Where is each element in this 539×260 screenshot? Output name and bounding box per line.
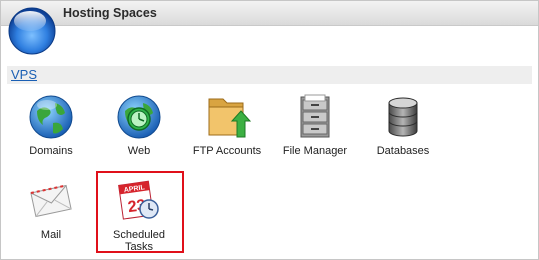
selection-highlight-box: [96, 171, 184, 253]
file-manager-tile[interactable]: File Manager: [273, 93, 357, 157]
blue-orb-icon: [8, 7, 56, 55]
web-tile[interactable]: Web: [97, 93, 181, 157]
ftp-folder-icon: [208, 98, 251, 138]
domains-tile[interactable]: Domains: [9, 93, 93, 157]
web-label: Web: [127, 145, 151, 157]
mail-label: Mail: [40, 229, 62, 241]
database-icon: [388, 97, 418, 137]
vps-section-bar: VPS: [7, 66, 532, 84]
ftp-accounts-tile[interactable]: FTP Accounts: [185, 93, 269, 157]
hosting-spaces-panel: Hosting Spaces VPS Domains Web FTP Accou…: [0, 0, 539, 260]
databases-label: Databases: [376, 145, 430, 157]
panel-header: Hosting Spaces: [1, 1, 538, 26]
file-manager-label: File Manager: [282, 145, 348, 157]
vps-link[interactable]: VPS: [11, 67, 37, 82]
mail-tile[interactable]: Mail: [9, 177, 93, 241]
ftp-accounts-label: FTP Accounts: [192, 145, 262, 157]
envelope-icon: [30, 184, 72, 218]
file-cabinet-icon: [300, 94, 330, 138]
domains-label: Domains: [29, 145, 73, 157]
globe-icon: [29, 95, 73, 139]
databases-tile[interactable]: Databases: [361, 93, 445, 157]
panel-title: Hosting Spaces: [63, 6, 157, 20]
web-globe-icon: [117, 95, 161, 139]
